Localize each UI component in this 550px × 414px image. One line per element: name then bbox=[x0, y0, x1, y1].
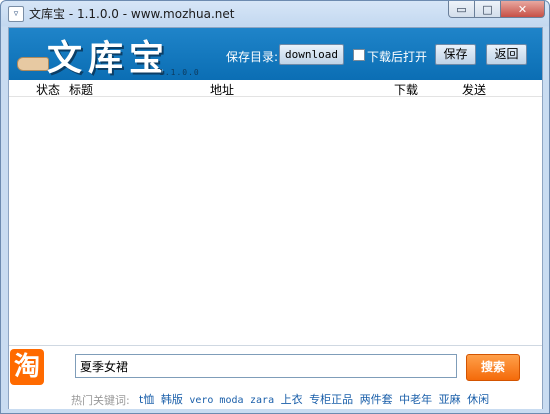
hot-keyword[interactable]: t恤 bbox=[139, 393, 154, 406]
back-button[interactable]: 返回 bbox=[486, 44, 527, 65]
hot-keyword[interactable]: 上衣 bbox=[281, 393, 303, 406]
col-status[interactable]: 状态 bbox=[36, 81, 60, 98]
maximize-icon: □ bbox=[482, 2, 493, 16]
search-panel: 淘 搜索 热门关键词: t恤 韩版 vero moda zara 上衣 专柜正品… bbox=[9, 345, 542, 409]
table-header: 状态 标题 地址 下载 发送 bbox=[9, 80, 542, 97]
col-download[interactable]: 下载 bbox=[394, 81, 418, 98]
app-window: ▿ 文库宝 - 1.1.0.0 - www.mozhua.net ▭ □ ✕ 文… bbox=[0, 0, 550, 414]
hot-keyword[interactable]: 两件套 bbox=[360, 393, 393, 406]
maximize-button[interactable]: □ bbox=[475, 1, 501, 18]
hot-keyword[interactable]: 中老年 bbox=[399, 393, 432, 406]
taobao-logo: 淘 bbox=[10, 349, 44, 385]
hot-keyword[interactable]: 韩版 bbox=[161, 393, 183, 406]
client-area: 文库宝 1.1.0.0 保存目录: download 下载后打开 保存 返回 状… bbox=[8, 27, 543, 409]
header-banner: 文库宝 1.1.0.0 保存目录: download 下载后打开 保存 返回 bbox=[9, 28, 542, 80]
hot-keyword[interactable]: 亚麻 bbox=[439, 393, 461, 406]
col-address[interactable]: 地址 bbox=[210, 81, 234, 98]
close-button[interactable]: ✕ bbox=[501, 1, 545, 18]
app-icon[interactable]: ▿ bbox=[8, 6, 24, 22]
search-input[interactable] bbox=[75, 354, 457, 378]
col-send[interactable]: 发送 bbox=[462, 81, 486, 98]
title-bar[interactable]: ▿ 文库宝 - 1.1.0.0 - www.mozhua.net ▭ □ ✕ bbox=[1, 1, 549, 27]
minimize-button[interactable]: ▭ bbox=[448, 1, 475, 18]
hot-keyword[interactable]: vero moda bbox=[189, 395, 243, 406]
open-after-download-label[interactable]: 下载后打开 bbox=[367, 48, 427, 65]
app-logo: 文库宝 bbox=[47, 38, 171, 79]
col-title[interactable]: 标题 bbox=[69, 81, 93, 98]
hot-keyword[interactable]: 休闲 bbox=[467, 393, 489, 406]
hot-keywords-list: t恤 韩版 vero moda zara 上衣 专柜正品 两件套 中老年 亚麻 … bbox=[139, 391, 492, 407]
hand-icon bbox=[17, 57, 49, 71]
version-label: 1.1.0.0 bbox=[159, 68, 200, 77]
hot-keyword[interactable]: zara bbox=[250, 395, 274, 406]
minimize-icon: ▭ bbox=[456, 2, 467, 16]
open-after-download-checkbox[interactable] bbox=[353, 49, 365, 61]
search-button[interactable]: 搜索 bbox=[466, 354, 520, 381]
hot-keyword[interactable]: 专柜正品 bbox=[309, 393, 353, 406]
close-icon: ✕ bbox=[517, 2, 528, 16]
save-dir-label: 保存目录: bbox=[226, 50, 279, 64]
save-dir-button[interactable]: download bbox=[279, 44, 344, 65]
window-title: 文库宝 - 1.1.0.0 - www.mozhua.net bbox=[29, 7, 235, 21]
save-button[interactable]: 保存 bbox=[435, 44, 476, 65]
hot-keywords-label: 热门关键词: bbox=[71, 394, 130, 407]
window-controls: ▭ □ ✕ bbox=[448, 1, 545, 19]
download-list[interactable] bbox=[9, 97, 542, 345]
